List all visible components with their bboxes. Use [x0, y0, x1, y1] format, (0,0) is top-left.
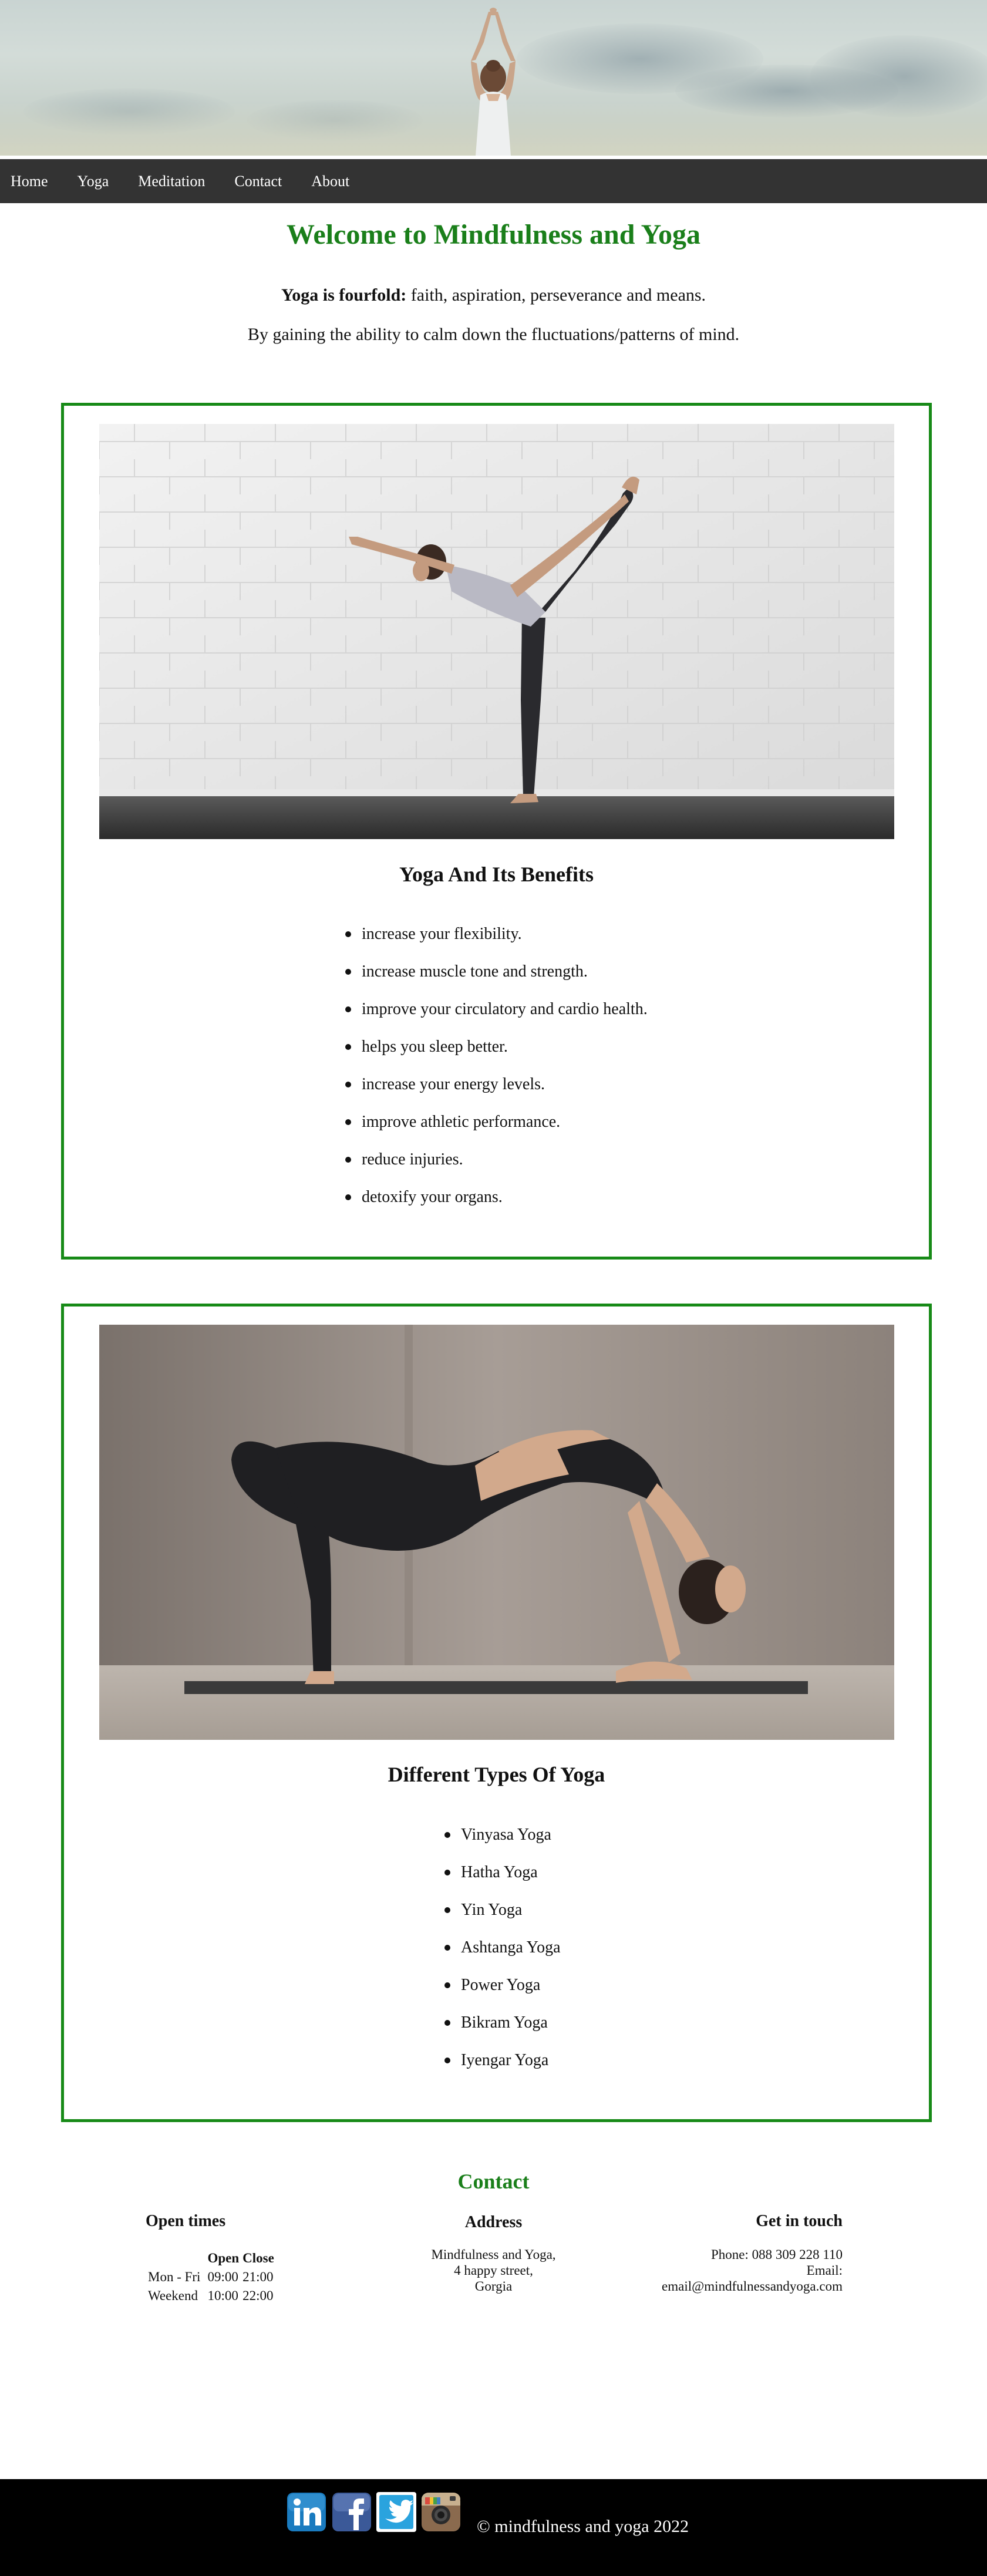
types-heading: Different Types Of Yoga	[388, 1763, 605, 1786]
yoga-woman-figure	[471, 8, 516, 156]
twitter-icon[interactable]	[376, 2491, 417, 2533]
backbend-pose-photo	[99, 1325, 894, 1740]
linkedin-icon[interactable]	[286, 2491, 327, 2533]
list-item: Bikram Yoga	[444, 2004, 561, 2042]
instagram-icon[interactable]	[420, 2491, 462, 2533]
intro-line-1: Yoga is fourfold: faith, aspiration, per…	[0, 285, 987, 305]
nav-yoga[interactable]: Yoga	[78, 173, 124, 190]
nav-home[interactable]: Home	[11, 173, 63, 190]
copyright-text: © mindfulness and yoga 2022	[477, 2517, 689, 2536]
benefits-list: increase your flexibility. increase musc…	[345, 915, 648, 1216]
list-item: reduce injuries.	[345, 1141, 648, 1178]
page-title: Welcome to Mindfulness and Yoga	[287, 219, 700, 250]
header-banner-image	[0, 0, 987, 156]
benefits-card: Yoga And Its Benefits increase your flex…	[61, 403, 932, 1260]
nav-about[interactable]: About	[311, 173, 364, 190]
email-label: Email:	[806, 2263, 843, 2278]
list-item: increase your flexibility.	[345, 915, 648, 953]
email-link[interactable]: email@mindfulnessandyoga.com	[587, 2278, 843, 2294]
list-item: detoxify your organs.	[345, 1178, 648, 1216]
get-in-touch-block: Phone: 088 309 228 110 Email: email@mind…	[587, 2247, 843, 2294]
types-list: Vinyasa Yoga Hatha Yoga Yin Yoga Ashtang…	[444, 1816, 561, 2079]
list-item: increase your energy levels.	[345, 1066, 648, 1103]
contact-title: Contact	[457, 2170, 530, 2193]
list-item: Ashtanga Yoga	[444, 1929, 561, 1966]
phone-text: Phone: 088 309 228 110	[710, 2247, 843, 2262]
list-item: Hatha Yoga	[444, 1854, 561, 1891]
intro-line-2: By gaining the ability to calm down the …	[247, 325, 740, 344]
dancer-pose-photo	[99, 424, 894, 839]
list-item: Yin Yoga	[444, 1891, 561, 1929]
benefits-heading: Yoga And Its Benefits	[399, 863, 594, 886]
nav-contact[interactable]: Contact	[234, 173, 297, 190]
list-item: improve athletic performance.	[345, 1103, 648, 1141]
types-card: Different Types Of Yoga Vinyasa Yoga Hat…	[61, 1304, 932, 2122]
intro-line-1-strong: Yoga is fourfold:	[281, 285, 407, 305]
get-in-touch-heading: Get in touch	[756, 2212, 843, 2230]
list-item: helps you sleep better.	[345, 1028, 648, 1066]
intro-line-1-text: faith, aspiration, perseverance and mean…	[406, 285, 706, 305]
facebook-icon[interactable]	[331, 2491, 372, 2533]
list-item: Vinyasa Yoga	[444, 1816, 561, 1854]
list-item: Power Yoga	[444, 1966, 561, 2004]
list-item: improve your circulatory and cardio heal…	[345, 991, 648, 1028]
list-item: increase muscle tone and strength.	[345, 953, 648, 991]
list-item: Iyengar Yoga	[444, 2042, 561, 2079]
main-nav: Home Yoga Meditation Contact About	[0, 159, 987, 203]
nav-meditation[interactable]: Meditation	[138, 173, 220, 190]
